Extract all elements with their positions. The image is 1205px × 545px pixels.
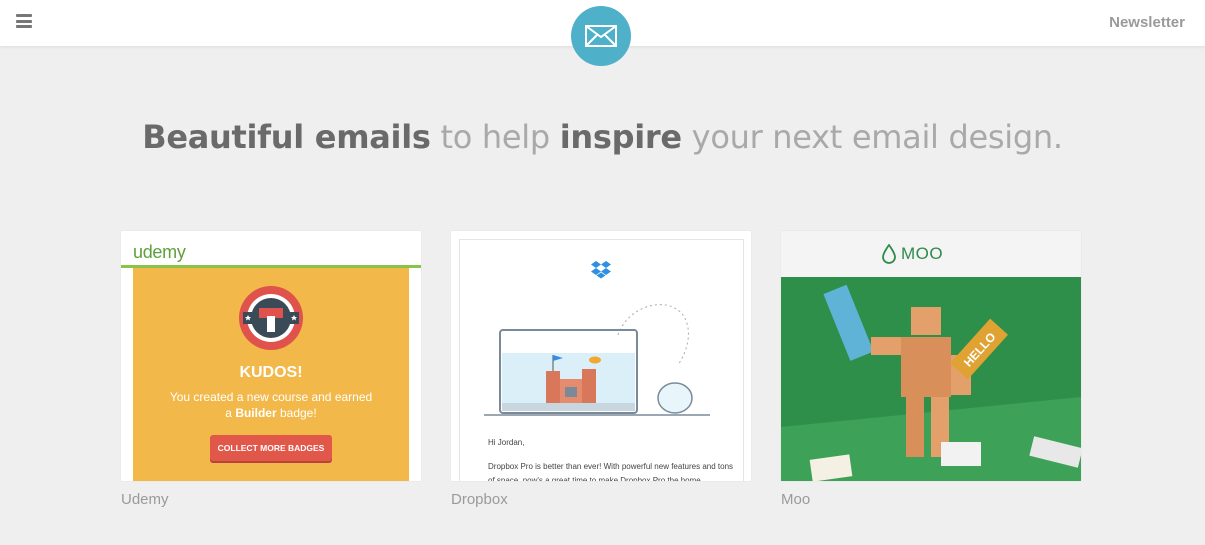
top-bar: Newsletter — [0, 0, 1205, 66]
udemy-message-line2-pre: a — [225, 406, 236, 420]
builder-badge-icon — [239, 286, 303, 350]
udemy-body: KUDOS! You created a new course and earn… — [133, 268, 409, 481]
headline-part3: inspire — [559, 118, 682, 156]
moo-logo: MOO — [901, 244, 944, 263]
dropbox-icon — [591, 261, 611, 279]
moo-header: MOO — [781, 231, 1081, 277]
email-thumbnail-udemy[interactable]: udemy KUDOS! You created a new course an… — [121, 231, 421, 481]
card-label-udemy[interactable]: Udemy — [121, 491, 421, 508]
dropbox-email-frame: Hi Jordan, Dropbox Pro is better than ev… — [459, 239, 744, 481]
aquarium-illustration — [484, 304, 710, 416]
envelope-icon — [585, 25, 617, 47]
udemy-message: You created a new course and earned a Bu… — [153, 389, 389, 421]
dropbox-body: Dropbox Pro is better than ever! With po… — [488, 462, 734, 481]
droplet-icon — [882, 244, 896, 264]
moo-robot-image: HELLO — [781, 277, 1081, 481]
page-headline: Beautiful emails to help inspire your ne… — [0, 118, 1205, 156]
udemy-message-line2-post: badge! — [276, 406, 317, 420]
newsletter-link[interactable]: Newsletter — [1109, 14, 1185, 31]
dropbox-message: Hi Jordan, Dropbox Pro is better than ev… — [488, 436, 738, 481]
email-card-moo[interactable]: MOO HELLO Moo — [781, 231, 1081, 508]
email-thumbnail-dropbox[interactable]: Hi Jordan, Dropbox Pro is better than ev… — [451, 231, 751, 481]
udemy-logo: udemy — [133, 242, 186, 262]
kudos-title: KUDOS! — [239, 364, 303, 381]
collect-badges-button[interactable]: COLLECT MORE BADGES — [210, 435, 332, 461]
headline-part1: Beautiful emails — [142, 118, 431, 156]
headline-part4: your next email design. — [681, 118, 1063, 156]
email-thumbnail-moo[interactable]: MOO HELLO — [781, 231, 1081, 481]
logo[interactable] — [571, 6, 631, 66]
udemy-header: udemy — [121, 231, 421, 268]
email-card-dropbox[interactable]: Hi Jordan, Dropbox Pro is better than ev… — [451, 231, 751, 508]
card-label-dropbox[interactable]: Dropbox — [451, 491, 751, 508]
udemy-message-line1: You created a new course and earned — [169, 390, 373, 404]
hamburger-menu-icon[interactable] — [16, 14, 32, 28]
email-card-udemy[interactable]: udemy KUDOS! You created a new course an… — [121, 231, 421, 508]
dropbox-greeting: Hi Jordan, — [488, 438, 525, 447]
udemy-message-line2-bold: Builder — [235, 406, 277, 420]
card-label-moo[interactable]: Moo — [781, 491, 1081, 508]
headline-part2: to help — [430, 118, 560, 156]
